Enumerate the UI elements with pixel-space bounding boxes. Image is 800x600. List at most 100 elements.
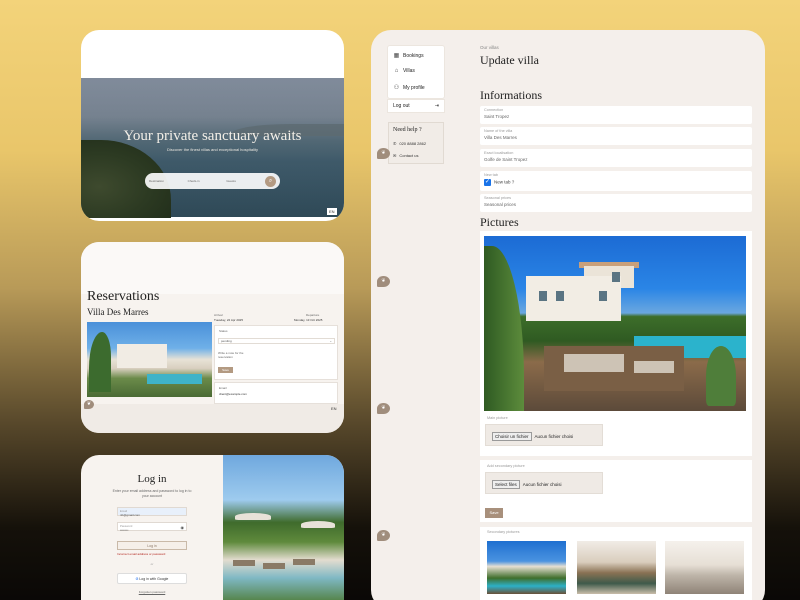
field-label: Connection	[484, 108, 504, 112]
field-label: Seasonal prices	[484, 196, 512, 200]
chevron-down-icon: ⌄	[329, 339, 332, 343]
field-value: Golfe de Saint Tropez	[484, 157, 528, 162]
language-switch[interactable]: EN	[327, 208, 337, 215]
sidebar-item-bookings[interactable]: ▦ Bookings	[393, 52, 424, 60]
logout-button[interactable]: Log out ⇥	[388, 100, 444, 112]
pictures-panel: Main picture Choisir un fichier Aucun fic…	[480, 231, 752, 456]
google-login-label: Log in with Google	[139, 577, 169, 581]
choose-file-button[interactable]: Choisir un fichier	[492, 432, 532, 441]
reservation-villa-name: Villa Des Marres	[87, 307, 149, 317]
sidebar-item-label: Bookings	[403, 52, 424, 59]
connection-field[interactable]: Connection Saint Tropez	[480, 106, 752, 124]
help-title: Need help ?	[393, 127, 422, 133]
secondary-picture-input[interactable]: Select files Aucun fichier choisi	[485, 472, 603, 494]
reservation-villa-photo	[87, 322, 212, 397]
forgot-password-link[interactable]: Forgotten password	[117, 590, 187, 594]
home-icon: ⌂	[394, 68, 399, 74]
select-files-button[interactable]: Select files	[492, 480, 520, 489]
user-icon: ⚇	[393, 85, 400, 91]
email-field[interactable]: Email nb@gmail.com	[117, 507, 187, 517]
login-card: Log in Enter your email address and pass…	[81, 455, 344, 600]
search-destination[interactable]: Destination	[149, 179, 188, 183]
help-box: Need help ? ✆ 020 8888 2862 ✉ Contact us	[388, 122, 444, 164]
leaf-icon: ❦	[86, 401, 92, 407]
phone-icon: ✆	[393, 141, 397, 146]
save-button[interactable]: Save	[485, 508, 503, 518]
language-switch[interactable]: EN	[329, 405, 339, 412]
logout-label: Log out	[393, 103, 410, 109]
client-email-box: Email client@example.com	[214, 382, 338, 404]
leaf-icon: ❦	[381, 405, 386, 411]
page-title: Update villa	[480, 53, 539, 67]
hero-title: Your private sanctuary awaits	[123, 128, 302, 144]
checkbox-label: New tab ?	[494, 179, 515, 185]
password-field[interactable]: Password •••••••• ◉	[117, 522, 187, 532]
leaf-fab[interactable]: ❦	[377, 403, 390, 414]
additional-picture-label: Add secondary picture	[487, 464, 525, 468]
leaf-icon: ❦	[381, 150, 386, 156]
seasonal-prices-field[interactable]: Seasonal prices Seasonal prices	[480, 194, 752, 212]
hero-subtitle: Discover the finest villas and exception…	[167, 147, 258, 152]
leaf-icon: ❦	[381, 278, 386, 284]
status-select[interactable]: pending ⌄	[218, 338, 335, 344]
calendar-icon: ▦	[393, 53, 400, 59]
new-tab-checkbox[interactable]: ✓	[484, 179, 491, 186]
secondary-pictures-label: Secondary pictures	[487, 530, 520, 534]
breadcrumb[interactable]: Our villas	[480, 45, 499, 50]
search-checkin[interactable]: Check-in	[188, 179, 227, 183]
leaf-fab[interactable]: ❦	[84, 400, 94, 409]
note-textarea[interactable]: Write a note for the reservation	[218, 351, 258, 359]
login-button[interactable]: Log in	[117, 541, 187, 550]
contact-label: Contact us	[399, 153, 419, 158]
no-file-text: Aucun fichier choisi	[522, 482, 562, 487]
login-divider: or	[150, 562, 154, 566]
sidebar-item-label: Villas	[403, 68, 415, 74]
hero-card: Your private sanctuary awaits Discover t…	[81, 30, 344, 221]
new-tab-field: New tab ✓ New tab ?	[480, 171, 752, 191]
logout-icon: ⇥	[434, 103, 439, 109]
secondary-picture-thumb[interactable]	[487, 541, 566, 594]
villa-name-field[interactable]: Name of the villa Villa Des Marres	[480, 127, 752, 145]
hero-search-bar[interactable]: Destination Check-in Guests ⌕	[145, 173, 280, 189]
eye-icon[interactable]: ◉	[181, 525, 185, 530]
main-villa-photo	[484, 236, 746, 411]
reservation-save-button[interactable]: Save	[218, 367, 233, 373]
email-field-value: nb@gmail.com	[120, 513, 141, 517]
sidebar-item-villas[interactable]: ⌂ Villas	[393, 68, 415, 74]
localisation-field[interactable]: Exact localisation Golfe de Saint Tropez	[480, 149, 752, 167]
informations-title: Informations	[480, 88, 542, 102]
leaf-icon: ❦	[381, 532, 386, 538]
field-label: New tab	[484, 173, 498, 177]
login-subtitle: Enter your email address and password to…	[112, 489, 192, 498]
email-label: Email	[219, 386, 227, 390]
admin-panel: ▦ Bookings ⌂ Villas ⚇ My profile Log out…	[371, 30, 765, 600]
contact-link[interactable]: ✉ Contact us	[393, 153, 418, 158]
phone-number: 020 8888 2862	[399, 141, 427, 146]
secondary-pictures-panel: Secondary pictures	[480, 527, 752, 600]
login-title: Log in	[137, 473, 167, 485]
field-value: Villa Des Marres	[484, 135, 517, 140]
leaf-fab[interactable]: ❦	[377, 148, 390, 159]
main-picture-input[interactable]: Choisir un fichier Aucun fichier choisi	[485, 424, 603, 446]
departure-label: Departure	[306, 313, 320, 317]
sidebar-nav: ▦ Bookings ⌂ Villas ⚇ My profile	[388, 46, 444, 98]
mail-icon: ✉	[393, 153, 397, 158]
status-select-value: pending	[221, 339, 232, 343]
reservations-title: Reservations	[87, 289, 160, 304]
password-field-value: ••••••••	[120, 528, 129, 532]
phone-link[interactable]: ✆ 020 8888 2862	[393, 141, 426, 146]
main-picture-label: Main picture	[487, 416, 508, 420]
leaf-fab[interactable]: ❦	[377, 530, 390, 541]
secondary-picture-thumb[interactable]	[665, 541, 744, 594]
leaf-fab[interactable]: ❦	[377, 276, 390, 287]
field-label: Name of the villa	[484, 129, 513, 133]
arrival-date: Tuesday, 22 Apr 2025	[214, 318, 244, 322]
search-button[interactable]: ⌕	[265, 175, 277, 187]
pictures-title: Pictures	[480, 215, 519, 229]
google-login-button[interactable]: G Log in with Google	[117, 573, 187, 584]
secondary-picture-thumb[interactable]	[577, 541, 656, 594]
login-pool-photo	[223, 455, 344, 600]
reservations-card: Reservations Villa Des Marres Arrival Tu…	[81, 242, 344, 433]
sidebar-item-profile[interactable]: ⚇ My profile	[393, 84, 425, 92]
search-guests[interactable]: Guests	[226, 179, 265, 183]
